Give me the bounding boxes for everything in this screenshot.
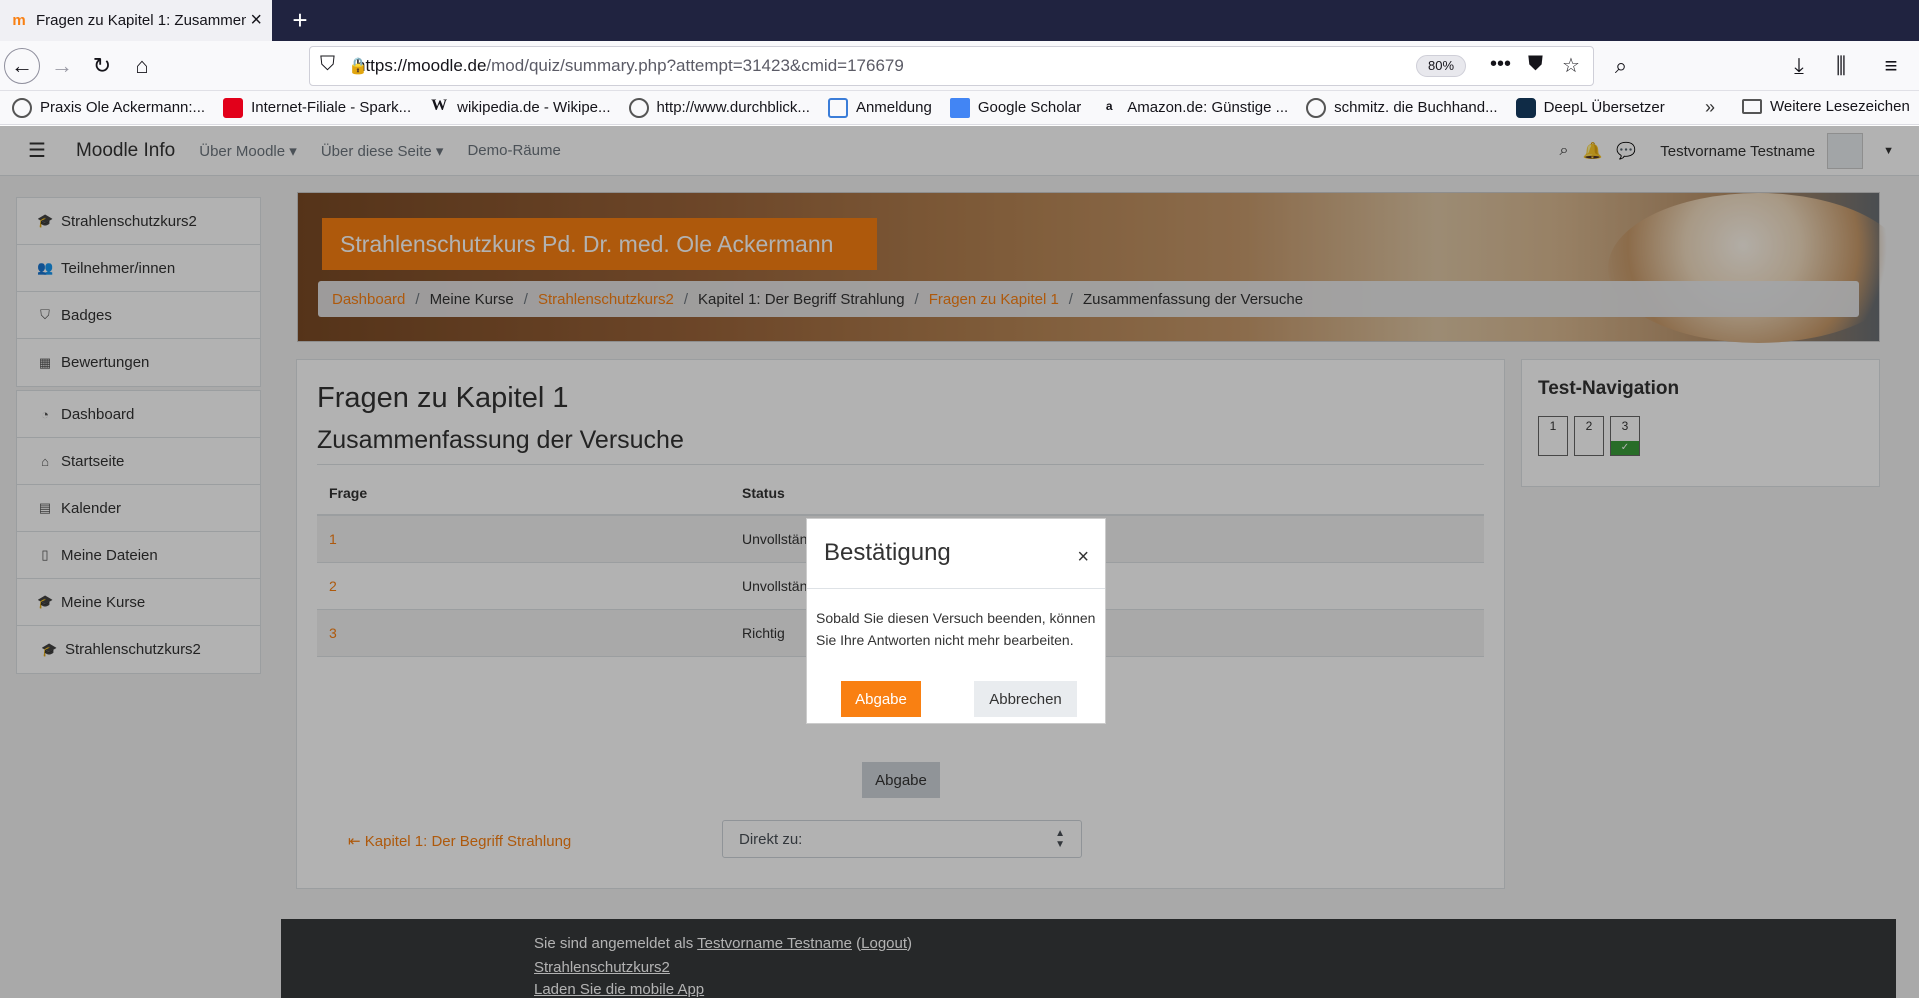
search-icon[interactable]: ⌕	[1603, 48, 1639, 84]
bookmark-item[interactable]: Internet-Filiale - Spark...	[223, 97, 411, 118]
url-bar[interactable]: ⛉ 🔒 https://moodle.de/mod/quiz/summary.p…	[309, 46, 1594, 86]
browser-toolbar: ← → ↻ ⌂ ⛉ 🔒 https://moodle.de/mod/quiz/s…	[0, 41, 1919, 91]
download-icon[interactable]: ⤓	[1781, 48, 1817, 84]
globe-icon	[628, 97, 649, 118]
dialog-title: Bestätigung	[824, 539, 951, 566]
cancel-button[interactable]: Abbrechen	[974, 681, 1077, 717]
tab-title: Fragen zu Kapitel 1: Zusammen	[36, 12, 246, 29]
bookmark-item[interactable]: Google Scholar	[949, 97, 1081, 118]
google-scholar-icon	[949, 97, 970, 118]
wikipedia-icon: W	[431, 96, 448, 114]
shield-icon[interactable]: ⛉	[320, 53, 335, 76]
deepl-icon	[1515, 97, 1536, 118]
more-actions-icon[interactable]: •••	[1490, 53, 1511, 76]
dialog-body: Sobald Sie diesen Versuch beenden, könne…	[816, 610, 1096, 648]
bookmark-item[interactable]: DeepL Übersetzer	[1515, 97, 1665, 118]
moodle-favicon-icon: m	[12, 11, 26, 29]
amazon-icon: a	[1105, 98, 1113, 113]
library-icon[interactable]: ⫼	[1823, 48, 1859, 84]
menu-icon[interactable]: ≡	[1873, 48, 1909, 84]
bookmark-item[interactable]: Anmeldung	[827, 97, 932, 118]
back-arrow-icon[interactable]: ←	[4, 48, 40, 84]
sparkasse-icon	[223, 97, 244, 118]
anmeldung-icon	[827, 97, 848, 118]
bookmark-item[interactable]: Praxis Ole Ackermann:...	[12, 97, 205, 118]
globe-icon	[12, 97, 32, 118]
confirmation-dialog: Bestätigung × Sobald Sie diesen Versuch …	[806, 518, 1106, 724]
folder-icon	[1742, 99, 1762, 114]
globe-icon	[1306, 97, 1327, 118]
new-tab-icon[interactable]: +	[284, 4, 316, 36]
bookmark-item[interactable]: Wwikipedia.de - Wikipe...	[429, 96, 610, 118]
bookmark-item[interactable]: schmitz. die Buchhand...	[1306, 97, 1498, 118]
bookmark-star-icon[interactable]: ☆	[1562, 53, 1580, 78]
reload-icon[interactable]: ↻	[84, 48, 120, 84]
url-text[interactable]: https://moodle.de/mod/quiz/summary.php?a…	[356, 56, 904, 76]
tab-close-icon[interactable]: ×	[250, 9, 262, 32]
confirm-submit-button[interactable]: Abgabe	[841, 681, 921, 717]
pocket-icon[interactable]: ⛊	[1528, 53, 1543, 76]
lock-icon[interactable]: 🔒	[348, 56, 368, 76]
zoom-level-badge[interactable]: 80%	[1416, 55, 1466, 77]
bookmark-item[interactable]: http://www.durchblick...	[628, 97, 810, 118]
forward-arrow-icon[interactable]: →	[44, 48, 80, 84]
dialog-header: Bestätigung ×	[807, 519, 1105, 589]
chevron-double-right-icon[interactable]: »	[1705, 97, 1715, 118]
close-icon[interactable]: ×	[1077, 547, 1089, 567]
other-bookmarks[interactable]: Weitere Lesezeichen	[1742, 98, 1910, 115]
bookmark-item[interactable]: a Amazon.de: Günstige ...	[1099, 98, 1288, 118]
browser-tab-active[interactable]: m Fragen zu Kapitel 1: Zusammen ×	[0, 0, 272, 41]
bookmarks-bar: Praxis Ole Ackermann:... Internet-Filial…	[0, 91, 1919, 125]
browser-tabstrip: m Fragen zu Kapitel 1: Zusammen × +	[0, 0, 1919, 41]
home-icon[interactable]: ⌂	[124, 48, 160, 84]
